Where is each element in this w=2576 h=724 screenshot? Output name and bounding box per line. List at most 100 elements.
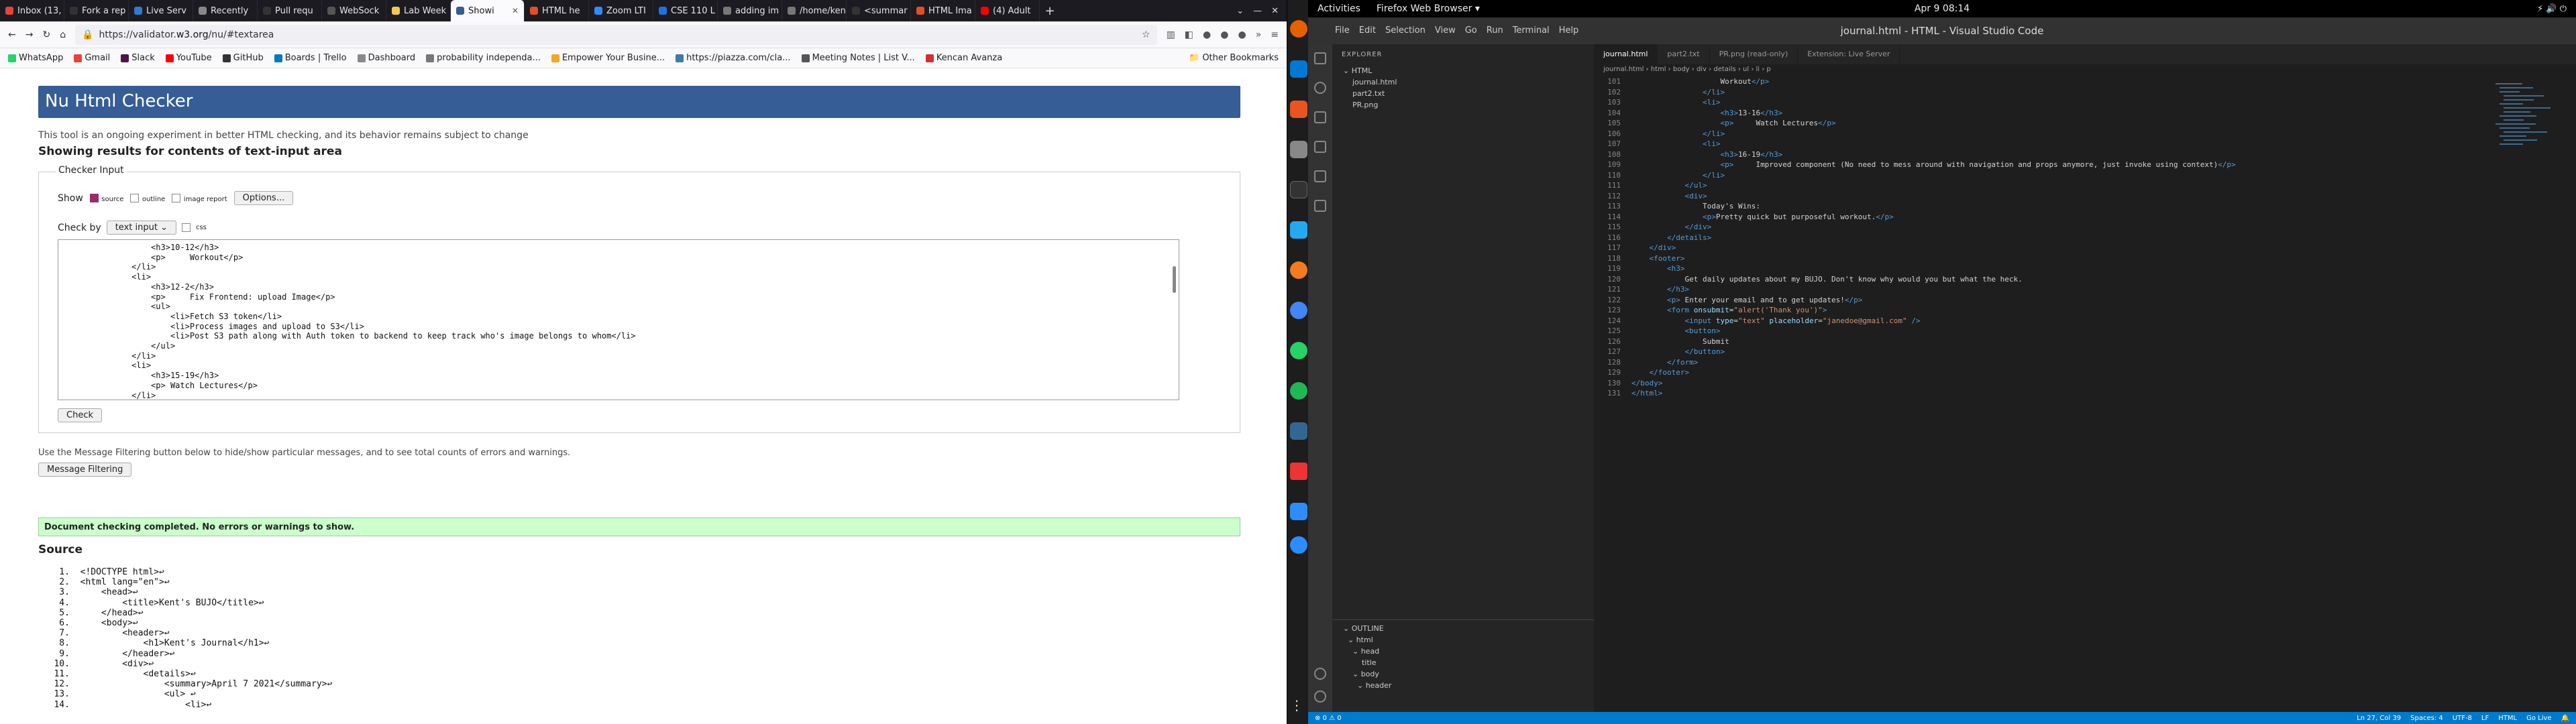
code-line[interactable]: <li> [1631, 97, 2236, 108]
vscode-icon[interactable] [1290, 221, 1307, 239]
code-line[interactable]: <input type="text" placeholder="janedoe@… [1631, 316, 2236, 326]
bookmark-item[interactable]: Boards | Trello [274, 53, 347, 63]
browser-tab[interactable]: HTML he [525, 0, 589, 21]
code-line[interactable]: <h3> [1631, 263, 2236, 274]
postgres-icon[interactable] [1290, 422, 1307, 440]
code-line[interactable]: </li> [1631, 170, 2236, 181]
code-line[interactable]: <h3>16-19</h3> [1631, 149, 2236, 160]
remote-icon[interactable] [1314, 200, 1326, 212]
code-line[interactable]: </form> [1631, 357, 2236, 368]
code-line[interactable]: Submit [1631, 337, 2236, 347]
code-line[interactable]: Get daily updates about my BUJO. Don't k… [1631, 274, 2236, 285]
account-icon[interactable] [1314, 668, 1326, 680]
extension-icon[interactable]: ● [1203, 29, 1211, 40]
menu-item-terminal[interactable]: Terminal [1513, 25, 1550, 36]
status-item[interactable]: Ln 27, Col 39 [2357, 715, 2401, 722]
source-checkbox[interactable] [89, 194, 99, 202]
textarea-scrollbar[interactable] [1173, 266, 1176, 293]
new-tab-button[interactable]: + [1040, 0, 1060, 21]
explorer-item[interactable]: part2.txt [1343, 88, 1583, 99]
outline-item[interactable]: ⌄ html [1343, 634, 1583, 646]
checkby-select[interactable]: text input ⌄ [106, 221, 176, 235]
outline-item[interactable]: title [1343, 657, 1583, 668]
search-icon[interactable] [1314, 82, 1326, 94]
message-filtering-button[interactable]: Message Filtering [38, 463, 132, 477]
bookmark-item[interactable]: Kencan Avanza [925, 53, 1002, 63]
postman-icon[interactable] [1290, 261, 1307, 279]
extensions-icon[interactable] [1314, 170, 1326, 182]
bookmark-item[interactable]: Dashboard [357, 53, 415, 63]
menu-icon[interactable]: ≡ [1271, 29, 1279, 40]
status-item[interactable]: HTML [2498, 715, 2517, 722]
browser-tab[interactable]: Showi ✕ [451, 0, 525, 21]
code-line[interactable]: <p> Enter your email and to get updates!… [1631, 295, 2236, 306]
code-editor[interactable]: 101 102 103 104 105 106 107 108 109 110 111 112 113 1… [1594, 76, 2466, 707]
code-text[interactable]: Workout</p> </li> <li> <h3>13-16</h3> <p… [1631, 76, 2236, 399]
list-tabs-icon[interactable]: ⌄ [1236, 6, 1244, 16]
outline-item[interactable]: ⌄ header [1343, 680, 1583, 691]
editor-tab[interactable]: part2.txt [1658, 44, 1710, 64]
status-item[interactable]: Go Live [2526, 715, 2551, 722]
bookmark-item[interactable]: Meeting Notes | List V... [801, 53, 915, 63]
bookmark-item[interactable]: Slack [121, 53, 155, 63]
bookmark-item[interactable]: WhatsApp [8, 53, 63, 63]
software-icon[interactable] [1290, 101, 1307, 118]
url-bar[interactable]: 🔒 https://validator.w3.org/nu/#textarea … [75, 24, 1157, 45]
code-line[interactable]: <form onsubmit="alert('Thank you')"> [1631, 305, 2236, 316]
code-line[interactable]: <div> [1631, 191, 2236, 202]
code-line[interactable]: </button> [1631, 347, 2236, 357]
bookmark-item[interactable]: YouTube [165, 53, 212, 63]
browser-tab[interactable]: <summar [847, 0, 911, 21]
code-line[interactable]: <button> [1631, 326, 2236, 337]
code-line[interactable]: </ul> [1631, 180, 2236, 191]
browser-tab[interactable]: Recently [193, 0, 258, 21]
image-report-checkbox[interactable] [172, 194, 181, 202]
problems-indicator[interactable]: ⊗ 0 ⚠ 0 [1315, 715, 1342, 722]
outline-item[interactable]: ⌄ body [1343, 668, 1583, 680]
system-tray[interactable]: ⚡ 🔊 ⏻ [2537, 4, 2567, 14]
minimap[interactable] [2489, 76, 2556, 278]
text-editor-icon[interactable] [1290, 463, 1307, 480]
code-line[interactable]: </li> [1631, 129, 2236, 139]
code-line[interactable]: </details> [1631, 233, 2236, 243]
editor-tab[interactable]: Extension: Live Server [1798, 44, 1900, 64]
code-line[interactable]: <h3>13-16</h3> [1631, 108, 2236, 119]
code-line[interactable]: Today's Wins: [1631, 201, 2236, 212]
close-window-icon[interactable]: ✕ [1271, 6, 1279, 16]
options-button[interactable]: Options... [233, 191, 294, 205]
code-line[interactable]: </body> [1631, 378, 2236, 389]
back-icon[interactable]: ← [8, 29, 16, 40]
browser-tab[interactable]: Zoom LTI [589, 0, 653, 21]
spotify-icon[interactable] [1290, 382, 1307, 400]
source-control-icon[interactable] [1314, 111, 1326, 123]
forward-icon[interactable]: → [25, 29, 34, 40]
browser-tab[interactable]: CSE 110 L [653, 0, 718, 21]
sidebar-icon[interactable]: ◧ [1185, 29, 1193, 40]
browser-tab[interactable]: /home/kent [782, 0, 847, 21]
menu-item-view[interactable]: View [1435, 25, 1456, 36]
bookmark-item[interactable]: Gmail [74, 53, 110, 63]
terminal-icon[interactable] [1290, 181, 1307, 198]
settings-icon[interactable] [1314, 690, 1326, 703]
browser-tab[interactable]: adding im [718, 0, 782, 21]
code-line[interactable]: Workout</p> [1631, 76, 2236, 87]
explorer-item[interactable]: journal.html [1343, 76, 1583, 88]
browser-tab[interactable]: WebSock [322, 0, 386, 21]
status-item[interactable]: Spaces: 4 [2410, 715, 2443, 722]
check-button[interactable]: Check [58, 408, 102, 422]
menu-item-edit[interactable]: Edit [1359, 25, 1376, 36]
code-line[interactable]: <p> Improved component (No need to mess … [1631, 160, 2235, 170]
minimize-icon[interactable]: — [1253, 6, 1262, 16]
home-icon[interactable]: ⌂ [60, 29, 66, 40]
menu-item-selection[interactable]: Selection [1385, 25, 1426, 36]
explorer-item[interactable]: PR.png [1343, 99, 1583, 111]
code-line[interactable]: </div> [1631, 222, 2236, 233]
reload-icon[interactable]: ↻ [42, 29, 50, 40]
code-line[interactable]: </html> [1631, 388, 2236, 399]
outline-item[interactable]: ⌄ head [1343, 646, 1583, 657]
editor-tab[interactable]: journal.html [1594, 44, 1658, 64]
browser-tab[interactable]: Inbox (13, [0, 0, 64, 21]
clock[interactable]: Apr 9 08:14 [1915, 3, 1970, 14]
bookmark-item[interactable]: probability independa... [426, 53, 541, 63]
menu-item-go[interactable]: Go [1465, 25, 1477, 36]
